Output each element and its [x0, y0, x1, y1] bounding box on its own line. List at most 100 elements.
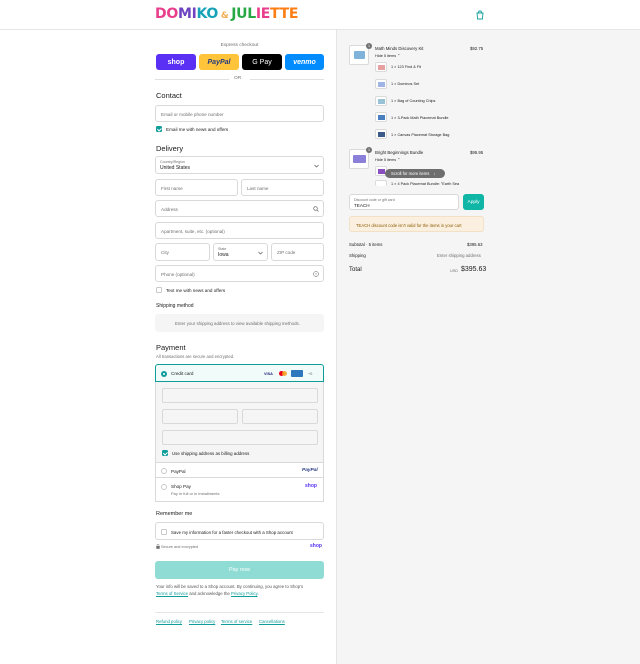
paypal-option[interactable]: PayPal PayPal — [155, 462, 324, 478]
more-brands-badge: +5 — [308, 371, 313, 376]
card-form: Use shipping address as billing address — [155, 382, 324, 462]
sub-item: 1 × Bag of Counting Chips — [391, 99, 436, 103]
paypal-label: PayPal — [171, 468, 186, 474]
city-field[interactable]: City — [155, 243, 210, 261]
or-divider: OR — [155, 76, 324, 82]
venmo-button[interactable]: venmo — [285, 54, 324, 70]
search-icon — [313, 206, 319, 212]
shop-terms-link[interactable]: Terms of Service — [156, 591, 188, 596]
help-icon[interactable]: ? — [313, 271, 319, 277]
secure-label: Secure and encrypted — [161, 545, 199, 549]
phone-field[interactable]: Phone (optional) ? — [155, 265, 324, 282]
save-info-label: Save my information for a faster checkou… — [171, 529, 293, 535]
amex-icon — [291, 370, 303, 377]
subtotal-label: Subtotal · 5 items — [349, 242, 383, 247]
discount-warning: TEACH discount code isn't valid for the … — [349, 216, 484, 232]
remember-me-box[interactable]: Save my information for a faster checkou… — [155, 522, 324, 540]
credit-card-radio[interactable] — [161, 370, 167, 377]
sub-item-thumbnail — [375, 62, 387, 72]
sub-item-thumbnail — [375, 96, 387, 106]
credit-card-label: Credit card — [171, 371, 194, 376]
store-logo[interactable]: DOMIKO & JULIETTE — [155, 6, 298, 22]
sub-item-thumbnail — [375, 129, 387, 139]
email-news-checkbox[interactable] — [156, 126, 162, 132]
state-select[interactable]: State Iowa — [213, 243, 268, 261]
shipping-value: Enter shipping address — [437, 253, 481, 258]
order-summary — [336, 30, 640, 664]
country-select[interactable]: Country/Region United States — [155, 156, 324, 174]
item-name: Bright Beginnings Bundle — [375, 150, 424, 155]
zip-field[interactable]: ZIP code — [271, 243, 324, 261]
shipping-method-box: Enter your shipping address to view avai… — [155, 314, 324, 332]
name-on-card-field[interactable] — [162, 430, 318, 445]
hide-items-toggle[interactable]: Hide 5 items ⌃ — [375, 157, 400, 162]
text-news-checkbox[interactable] — [156, 287, 162, 293]
sub-item-thumbnail — [375, 112, 387, 122]
legal-text-2: Terms of Service and acknowledge the Pri… — [156, 591, 259, 596]
first-name-field[interactable]: First name — [155, 179, 238, 196]
billing-address-label: Use shipping address as billing address — [172, 451, 250, 456]
paypal-logo: PayPal — [302, 467, 318, 473]
address-field[interactable]: Address — [155, 200, 324, 217]
shipping-method-note: Enter your shipping address to view avai… — [175, 320, 300, 326]
shop-pay-label: Shop Pay — [171, 484, 191, 489]
sub-item: 1 × 123 Find & Fit — [391, 65, 422, 69]
shop-logo-remember: shop — [310, 543, 322, 549]
remember-me-heading: Remember me — [156, 511, 193, 517]
refund-policy-link[interactable]: Refund policy — [156, 619, 182, 624]
delivery-heading: Delivery — [156, 144, 184, 153]
quantity-badge: 1 — [366, 43, 372, 49]
shipping-label: Shipping — [349, 253, 366, 258]
express-checkout-label: Express checkout — [220, 43, 259, 48]
header: DOMIKO & JULIETTE — [0, 0, 640, 30]
terms-of-service-link[interactable]: Terms of service — [221, 619, 252, 624]
hide-items-toggle[interactable]: Hide 5 items ⌃ — [375, 53, 400, 58]
payment-subtext: All transactions are secure and encrypte… — [156, 354, 235, 359]
subtotal-value: $395.63 — [467, 242, 483, 247]
last-name-field[interactable]: Last name — [241, 179, 324, 196]
pay-now-button[interactable]: Pay now — [155, 561, 324, 579]
shop-privacy-link[interactable]: Privacy Policy — [231, 591, 257, 596]
shipping-method-heading: Shipping method — [156, 303, 194, 309]
shop-pay-option[interactable]: Shop Pay Pay in full or in installments … — [155, 478, 324, 502]
card-number-field[interactable] — [162, 388, 318, 403]
expiration-field[interactable] — [162, 409, 238, 424]
svg-text:?: ? — [315, 272, 317, 276]
paypal-radio[interactable] — [161, 468, 167, 474]
sub-item-thumbnail — [375, 180, 387, 186]
email-phone-field[interactable]: Email or mobile phone number — [155, 105, 324, 122]
sub-item-thumbnail — [375, 79, 387, 89]
shop-logo: shop — [305, 483, 317, 489]
footer-divider — [155, 612, 324, 613]
sub-item: 1 × 3-Pack Math Placemat Bundle — [391, 116, 449, 120]
apartment-field[interactable]: Apartment, suite, etc. (optional) — [155, 222, 324, 239]
cancellations-link[interactable]: Cancellations — [259, 619, 285, 624]
google-pay-button[interactable]: G Pay — [242, 54, 282, 70]
text-news-label: Text me with news and offers — [166, 288, 226, 293]
lock-icon — [156, 544, 160, 549]
total-value: $395.63 — [461, 266, 487, 273]
paypal-button[interactable]: PayPal — [199, 54, 239, 70]
security-code-field[interactable] — [242, 409, 318, 424]
shop-pay-subtext: Pay in full or in installments — [171, 491, 220, 496]
shopping-bag-icon[interactable] — [475, 10, 485, 20]
credit-card-option[interactable]: Credit card VISA +5 — [155, 364, 324, 382]
privacy-policy-link[interactable]: Privacy policy — [189, 619, 215, 624]
chevron-down-icon — [258, 251, 263, 255]
apply-button[interactable]: Apply — [463, 194, 484, 210]
chevron-down-icon — [314, 164, 319, 168]
billing-address-checkbox[interactable] — [162, 450, 168, 456]
total-label: Total — [349, 267, 362, 273]
discount-code-field[interactable]: Discount code or gift card TEACH — [349, 194, 459, 210]
legal-text: Your info will be saved to a Shop accoun… — [156, 584, 304, 589]
visa-icon: VISA — [264, 371, 273, 376]
email-news-label: Email me with news and offers — [166, 127, 229, 132]
shop-pay-button[interactable]: shop — [156, 54, 196, 70]
mastercard-icon — [279, 371, 287, 377]
payment-heading: Payment — [156, 343, 186, 352]
item-name: Math Minds Discovery Kit — [375, 46, 424, 51]
shop-pay-radio[interactable] — [161, 484, 167, 490]
save-info-checkbox[interactable] — [161, 529, 167, 535]
scroll-tooltip[interactable]: Scroll for more items ↓ — [385, 169, 445, 178]
sub-item: 1 × Dominos Set — [391, 82, 420, 86]
